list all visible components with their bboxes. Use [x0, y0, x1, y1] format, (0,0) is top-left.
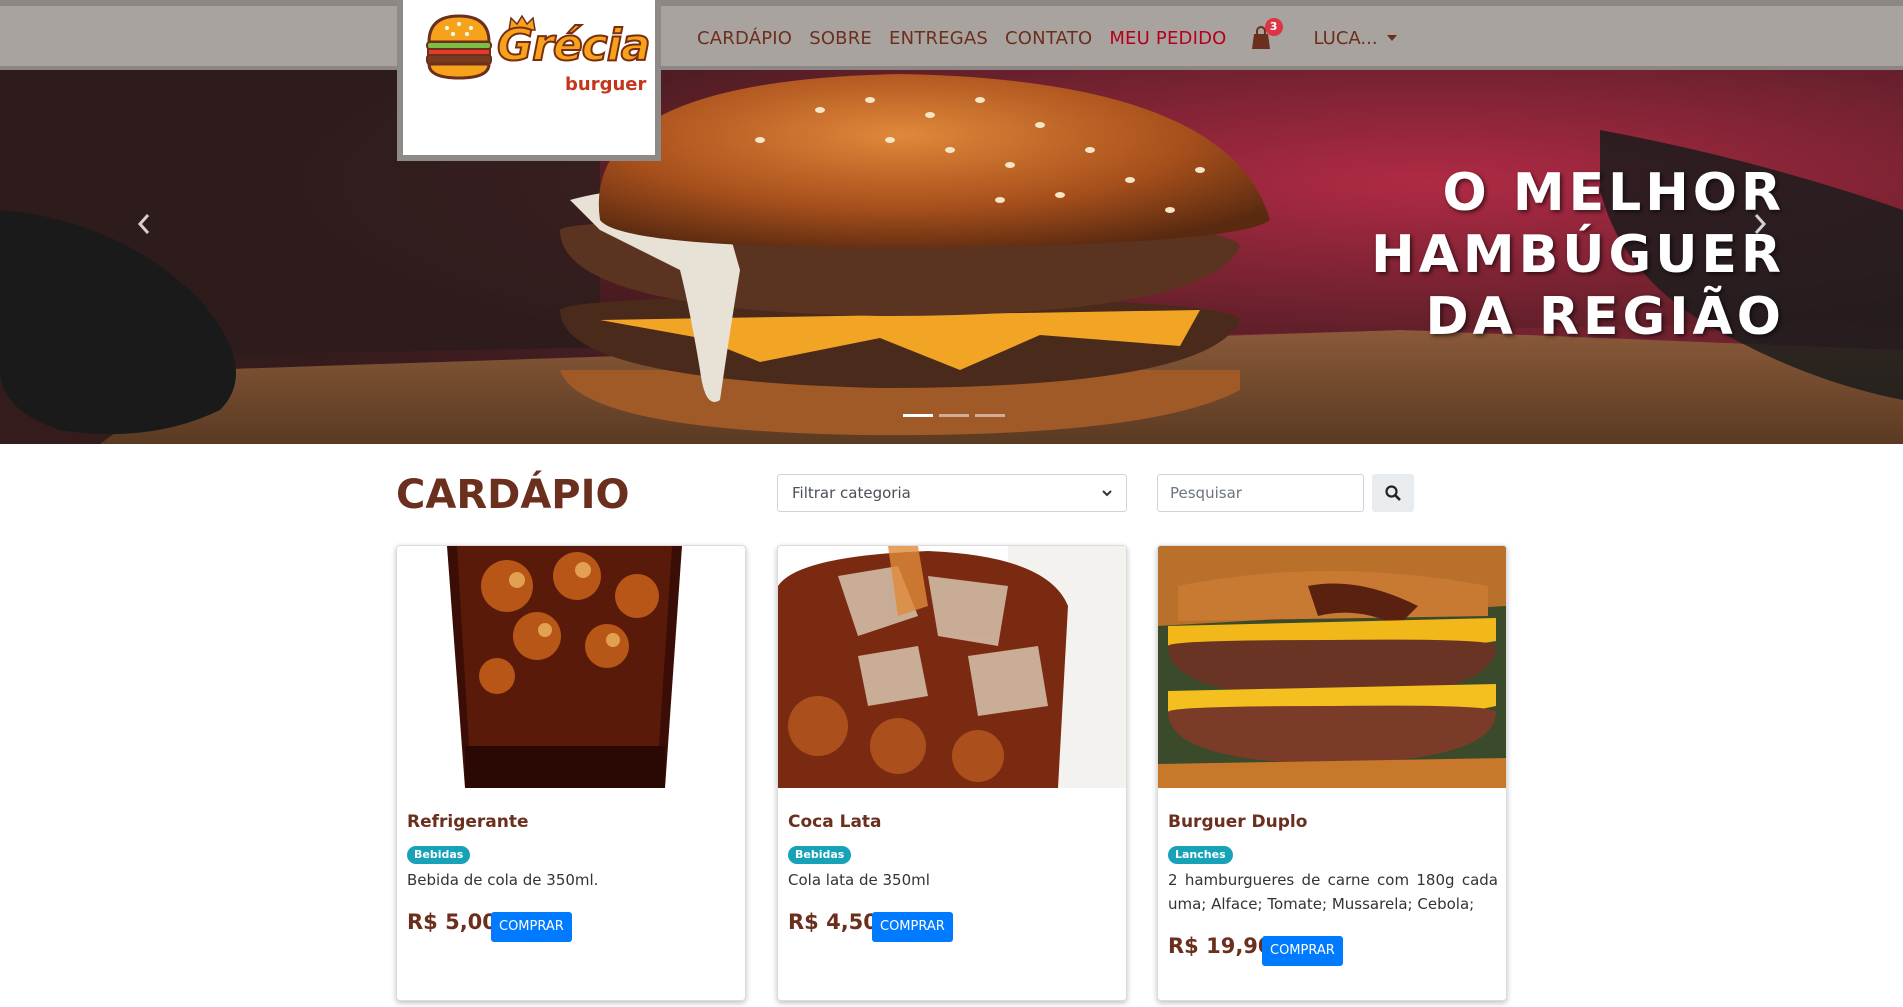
user-dropdown[interactable]: LUCA... [1314, 28, 1397, 49]
nav-links: CARDÁPIO SOBRE ENTREGAS CONTATO MEU PEDI… [697, 18, 1397, 50]
hero-carousel: O MELHOR HAMBÚGUER DA REGIÃO [0, 70, 1903, 444]
page: CARDÁPIO SOBRE ENTREGAS CONTATO MEU PEDI… [0, 0, 1903, 1007]
brand-logo[interactable]: Grécia burguer [397, 0, 661, 161]
section-title: CARDÁPIO [396, 472, 630, 518]
nav-item-contato[interactable]: CONTATO [1005, 28, 1092, 49]
product-image [778, 546, 1126, 788]
search-placeholder: Pesquisar [1170, 484, 1242, 502]
carousel-indicator[interactable] [975, 414, 1005, 417]
product-name: Refrigerante [407, 812, 529, 832]
hero-line-3: DA REGIÃO [1425, 287, 1785, 347]
product-description: Cola lata de 350ml [788, 871, 930, 889]
navbar: CARDÁPIO SOBRE ENTREGAS CONTATO MEU PEDI… [0, 0, 1903, 70]
product-price: R$ 19,90 [1168, 934, 1273, 958]
caret-down-icon [1386, 35, 1397, 41]
brand-name: Grécia [496, 19, 652, 72]
category-badge: Bebidas [788, 846, 852, 864]
nav-item-meu-pedido[interactable]: MEU PEDIDO [1109, 28, 1226, 49]
buy-button[interactable]: COMPRAR [872, 912, 953, 942]
hero-line-2: HAMBÚGUER [1371, 225, 1785, 285]
product-price: R$ 4,50 [788, 910, 878, 934]
product-card: Refrigerante Bebidas Bebida de cola de 3… [396, 545, 746, 1001]
nav-item-entregas[interactable]: ENTREGAS [889, 28, 988, 49]
carousel-prev-button[interactable] [124, 206, 164, 246]
carousel-indicators [900, 414, 1008, 417]
category-filter-value: Filtrar categoria [792, 484, 911, 502]
search-input[interactable]: Pesquisar [1157, 474, 1364, 512]
chevron-down-icon [1102, 489, 1112, 496]
nav-item-cardapio[interactable]: CARDÁPIO [697, 28, 792, 49]
hero-headline: O MELHOR HAMBÚGUER DA REGIÃO [1371, 162, 1785, 348]
category-badge: Bebidas [407, 846, 471, 864]
product-description: Bebida de cola de 350ml. [407, 871, 599, 889]
search-button[interactable] [1372, 474, 1414, 512]
buy-button[interactable]: COMPRAR [491, 912, 572, 942]
product-description: 2 hamburgueres de carne com 180g cada um… [1168, 871, 1498, 913]
product-name: Burguer Duplo [1168, 812, 1308, 832]
product-price: R$ 5,00 [407, 910, 497, 934]
product-image [397, 546, 745, 788]
hero-line-1: O MELHOR [1442, 163, 1785, 223]
product-name: Coca Lata [788, 812, 882, 832]
user-name: LUCA... [1313, 27, 1378, 49]
chevron-left-icon [137, 214, 150, 234]
brand-subtitle: burguer [565, 74, 647, 95]
category-filter-select[interactable]: Filtrar categoria [777, 474, 1127, 512]
buy-button[interactable]: COMPRAR [1262, 936, 1343, 966]
cart-button[interactable]: 3 [1250, 18, 1283, 50]
burger-logo-icon [426, 14, 492, 80]
nav-item-sobre[interactable]: SOBRE [809, 28, 872, 49]
category-badge: Lanches [1168, 846, 1233, 864]
search-icon [1385, 485, 1401, 501]
product-card: Coca Lata Bebidas Cola lata de 350ml R$ … [777, 545, 1127, 1001]
carousel-indicator[interactable] [903, 414, 933, 417]
cart-count-badge: 3 [1264, 18, 1283, 36]
carousel-indicator[interactable] [939, 414, 969, 417]
product-image [1158, 546, 1506, 788]
product-card: Burguer Duplo Lanches 2 hamburgueres de … [1157, 545, 1507, 1001]
